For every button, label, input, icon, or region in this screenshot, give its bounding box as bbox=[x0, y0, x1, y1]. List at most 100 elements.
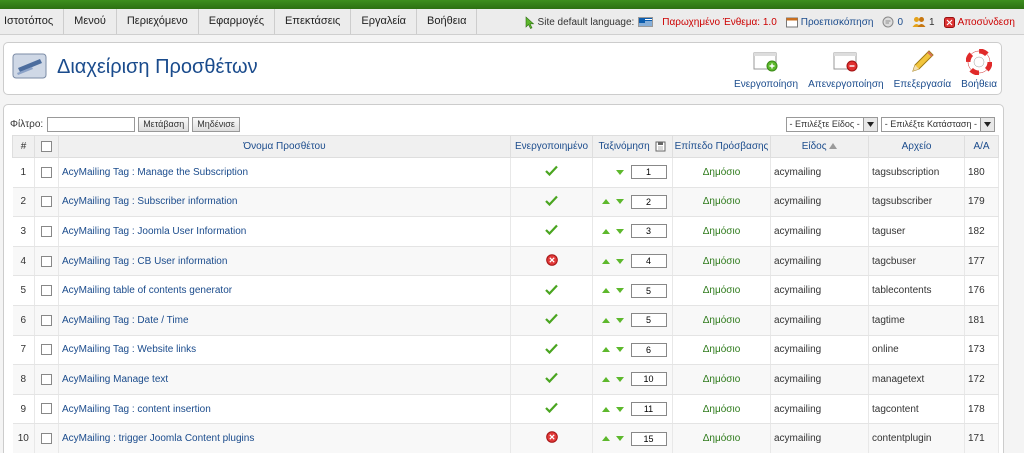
enabled-toggle[interactable] bbox=[510, 187, 593, 218]
greek-flag-icon[interactable] bbox=[638, 17, 654, 27]
move-up-icon[interactable] bbox=[601, 376, 610, 382]
order-input[interactable] bbox=[630, 194, 667, 209]
move-up-icon[interactable] bbox=[601, 406, 610, 412]
row-select[interactable] bbox=[34, 305, 59, 336]
access-level[interactable]: Δημόσιο bbox=[672, 394, 771, 425]
row-checkbox[interactable] bbox=[41, 255, 52, 267]
col-enabled[interactable]: Ενεργοποιημένο bbox=[510, 135, 593, 158]
menu-item-1[interactable]: Μενού bbox=[64, 9, 117, 34]
access-level[interactable]: Δημόσιο bbox=[672, 364, 771, 395]
col-access[interactable]: Επίπεδο Πρόσβασης bbox=[672, 135, 771, 158]
menu-item-6[interactable]: Βοήθεια bbox=[417, 9, 478, 34]
order-input[interactable] bbox=[630, 283, 667, 298]
row-select[interactable] bbox=[34, 157, 59, 188]
check-icon[interactable] bbox=[545, 284, 558, 295]
check-icon[interactable] bbox=[545, 165, 558, 177]
menu-item-4[interactable]: Επεκτάσεις bbox=[275, 9, 352, 34]
row-checkbox[interactable] bbox=[41, 344, 52, 356]
row-select[interactable] bbox=[34, 275, 59, 306]
access-level[interactable]: Δημόσιο bbox=[672, 305, 771, 336]
order-input[interactable] bbox=[630, 402, 667, 417]
state-select[interactable]: - Επιλέξτε Κατάσταση - bbox=[880, 116, 995, 132]
row-checkbox[interactable] bbox=[41, 314, 52, 326]
menu-item-2[interactable]: Περιεχόμενο bbox=[117, 9, 199, 34]
col-type[interactable]: Είδος bbox=[770, 135, 869, 158]
plugin-name-link[interactable]: AcyMailing Tag : Date / Time bbox=[58, 305, 511, 336]
enabled-toggle[interactable] bbox=[510, 305, 593, 336]
move-up-icon[interactable] bbox=[601, 258, 610, 264]
move-down-icon[interactable] bbox=[615, 199, 624, 205]
enable-button[interactable]: Ενεργοποίηση bbox=[734, 47, 798, 90]
check-icon[interactable] bbox=[545, 402, 558, 414]
enabled-toggle[interactable] bbox=[510, 364, 593, 395]
check-icon[interactable] bbox=[545, 313, 558, 325]
menu-item-3[interactable]: Εφαρμογές bbox=[199, 9, 276, 34]
edit-button[interactable]: Επεξεργασία bbox=[894, 47, 951, 90]
enabled-toggle[interactable] bbox=[510, 216, 593, 247]
help-button[interactable]: Βοήθεια bbox=[961, 47, 997, 90]
enabled-toggle[interactable] bbox=[510, 335, 593, 366]
access-level[interactable]: Δημόσιο bbox=[672, 246, 771, 277]
access-level[interactable]: Δημόσιο bbox=[672, 187, 771, 218]
check-icon[interactable] bbox=[545, 343, 558, 354]
order-input[interactable] bbox=[630, 372, 667, 387]
users-count[interactable]: 1 bbox=[912, 16, 935, 28]
access-level[interactable]: Δημόσιο bbox=[672, 275, 771, 306]
plugin-name-link[interactable]: AcyMailing Tag : Subscriber information bbox=[58, 187, 511, 218]
move-down-icon[interactable] bbox=[615, 169, 624, 175]
row-select[interactable] bbox=[34, 394, 59, 425]
row-checkbox[interactable] bbox=[41, 196, 52, 208]
plugin-name-link[interactable]: AcyMailing table of contents generator bbox=[58, 275, 511, 306]
order-input[interactable] bbox=[630, 254, 667, 269]
row-checkbox[interactable] bbox=[41, 373, 52, 385]
move-down-icon[interactable] bbox=[615, 317, 624, 323]
filter-input[interactable] bbox=[47, 116, 136, 132]
plugin-name-link[interactable]: AcyMailing Manage text bbox=[58, 364, 511, 395]
move-down-icon[interactable] bbox=[615, 406, 624, 412]
order-input[interactable] bbox=[630, 313, 667, 328]
col-ordering[interactable]: Ταξινόμηση bbox=[592, 135, 673, 158]
move-up-icon[interactable] bbox=[601, 228, 610, 234]
move-up-icon[interactable] bbox=[601, 347, 610, 353]
col-file[interactable]: Αρχείο bbox=[868, 135, 965, 158]
row-select[interactable] bbox=[34, 423, 59, 453]
move-up-icon[interactable] bbox=[601, 288, 610, 294]
row-select[interactable] bbox=[34, 364, 59, 395]
row-select[interactable] bbox=[34, 335, 59, 366]
plugin-name-link[interactable]: AcyMailing Tag : Manage the Subscription bbox=[58, 157, 511, 188]
plugin-name-link[interactable]: AcyMailing Tag : Joomla User Information bbox=[58, 216, 511, 247]
col-id[interactable]: Α/Α bbox=[964, 135, 999, 158]
plugin-name-link[interactable]: AcyMailing Tag : content insertion bbox=[58, 394, 511, 425]
disabled-x-icon[interactable] bbox=[545, 253, 558, 266]
col-name[interactable]: Όνομα Προσθέτου bbox=[58, 135, 511, 158]
enabled-toggle[interactable] bbox=[510, 246, 593, 277]
disabled-x-icon[interactable] bbox=[545, 431, 558, 443]
access-level[interactable]: Δημόσιο bbox=[672, 335, 771, 366]
row-checkbox[interactable] bbox=[41, 403, 52, 415]
plugin-name-link[interactable]: AcyMailing Tag : Website links bbox=[58, 335, 511, 366]
move-down-icon[interactable] bbox=[615, 288, 624, 294]
move-down-icon[interactable] bbox=[615, 228, 624, 234]
move-down-icon[interactable] bbox=[615, 258, 624, 264]
disable-button[interactable]: Απενεργοποίηση bbox=[808, 47, 884, 90]
plugin-name-link[interactable]: AcyMailing : trigger Joomla Content plug… bbox=[58, 423, 511, 453]
menu-item-0[interactable]: Ιστοτόπος bbox=[0, 9, 65, 34]
check-icon[interactable] bbox=[545, 224, 558, 236]
move-up-icon[interactable] bbox=[601, 436, 610, 442]
check-icon[interactable] bbox=[545, 372, 558, 384]
row-select[interactable] bbox=[34, 187, 59, 218]
move-up-icon[interactable] bbox=[601, 199, 610, 205]
row-checkbox[interactable] bbox=[41, 433, 52, 445]
plugin-name-link[interactable]: AcyMailing Tag : CB User information bbox=[58, 246, 511, 277]
save-order-icon[interactable] bbox=[655, 141, 666, 152]
enabled-toggle[interactable] bbox=[510, 275, 593, 306]
enabled-toggle[interactable] bbox=[510, 423, 593, 453]
check-icon[interactable] bbox=[545, 195, 558, 206]
order-input[interactable] bbox=[630, 342, 667, 357]
menu-item-5[interactable]: Εργαλεία bbox=[351, 9, 418, 34]
row-select[interactable] bbox=[34, 216, 59, 247]
move-down-icon[interactable] bbox=[615, 436, 624, 442]
checked-out-status[interactable]: Παρωχημένο Ένθεμα: 1.0 bbox=[662, 17, 776, 28]
row-select[interactable] bbox=[34, 246, 59, 277]
col-select-all[interactable] bbox=[34, 135, 59, 158]
